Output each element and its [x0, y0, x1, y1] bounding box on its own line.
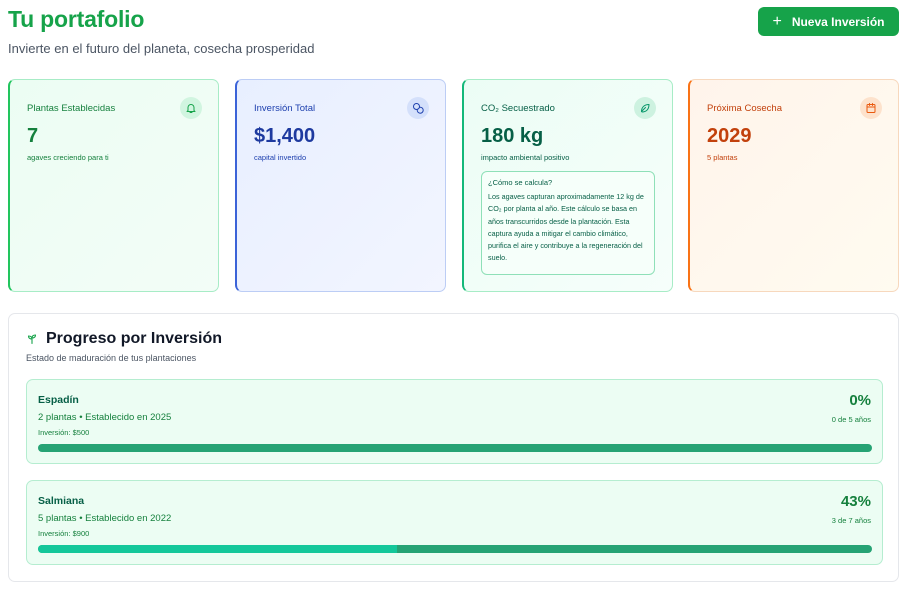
card-sub: agaves creciendo para ti — [27, 153, 109, 162]
investment-item[interactable]: Salmiana 5 plantas • Establecido en 2022… — [26, 480, 883, 565]
card-value: 180 kg — [481, 125, 544, 147]
card-sub: impacto ambiental positivo — [481, 153, 570, 162]
investment-percent: 0% — [849, 392, 871, 409]
investment-name: Salmiana — [38, 495, 85, 507]
card-value: $1,400 — [254, 125, 316, 147]
leaf-icon — [634, 97, 656, 119]
sprout-bell-icon — [180, 97, 202, 119]
stat-card-harvest: Próxima Cosecha 2029 5 plantas — [688, 79, 899, 292]
investment-meta: 5 plantas • Establecido en 2022 — [38, 513, 172, 524]
stat-card-investment: Inversión Total $1,400 capital invertido — [235, 79, 446, 292]
investment-years: 0 de 5 años — [831, 415, 871, 424]
new-investment-button[interactable]: + Nueva Inversión — [758, 7, 899, 36]
progress-title-label: Progreso por Inversión — [46, 330, 223, 347]
progress-bar-fill — [38, 545, 397, 553]
card-label: CO₂ Secuestrado — [481, 103, 555, 114]
progress-panel: Progreso por Inversión Estado de madurac… — [8, 313, 899, 582]
co2-info-box: ¿Cómo se calcula? Los agaves capturan ap… — [481, 171, 655, 275]
investment-amount: Inversión: $900 — [38, 529, 90, 538]
card-label: Inversión Total — [254, 103, 316, 114]
page-title: Tu portafolio — [8, 6, 145, 32]
investment-meta: 2 plantas • Establecido en 2025 — [38, 412, 172, 423]
card-value: 7 — [27, 125, 39, 147]
card-value: 2029 — [707, 125, 752, 147]
investment-years: 3 de 7 años — [831, 516, 871, 525]
sprout-icon — [27, 334, 37, 345]
stat-card-plants: Plantas Establecidas 7 agaves creciendo … — [8, 79, 219, 292]
investment-percent: 43% — [840, 493, 871, 510]
card-sub: capital invertido — [254, 153, 307, 162]
investment-amount: Inversión: $500 — [38, 428, 90, 437]
card-label: Próxima Cosecha — [707, 103, 782, 114]
investment-item[interactable]: Espadín 2 plantas • Establecido en 2025 … — [26, 379, 883, 464]
info-body: Los agaves capturan aproximadamente 12 k… — [488, 192, 644, 263]
stat-card-co2: CO₂ Secuestrado 180 kg impacto ambiental… — [462, 79, 673, 292]
card-sub: 5 plantas — [707, 153, 738, 162]
investment-name: Espadín — [38, 394, 79, 406]
card-label: Plantas Establecidas — [27, 103, 116, 114]
new-investment-label: Nueva Inversión — [791, 14, 885, 29]
progress-bar — [38, 545, 872, 553]
progress-bar — [38, 444, 872, 452]
progress-title: Progreso por Inversión — [26, 330, 222, 348]
plus-icon: + — [772, 12, 782, 30]
coins-icon — [407, 97, 429, 119]
calendar-icon — [860, 97, 882, 119]
info-title: ¿Cómo se calcula? — [488, 178, 553, 187]
page-subtitle: Invierte en el futuro del planeta, cosec… — [8, 41, 315, 56]
progress-subtitle: Estado de maduración de tus plantaciones — [26, 353, 197, 363]
